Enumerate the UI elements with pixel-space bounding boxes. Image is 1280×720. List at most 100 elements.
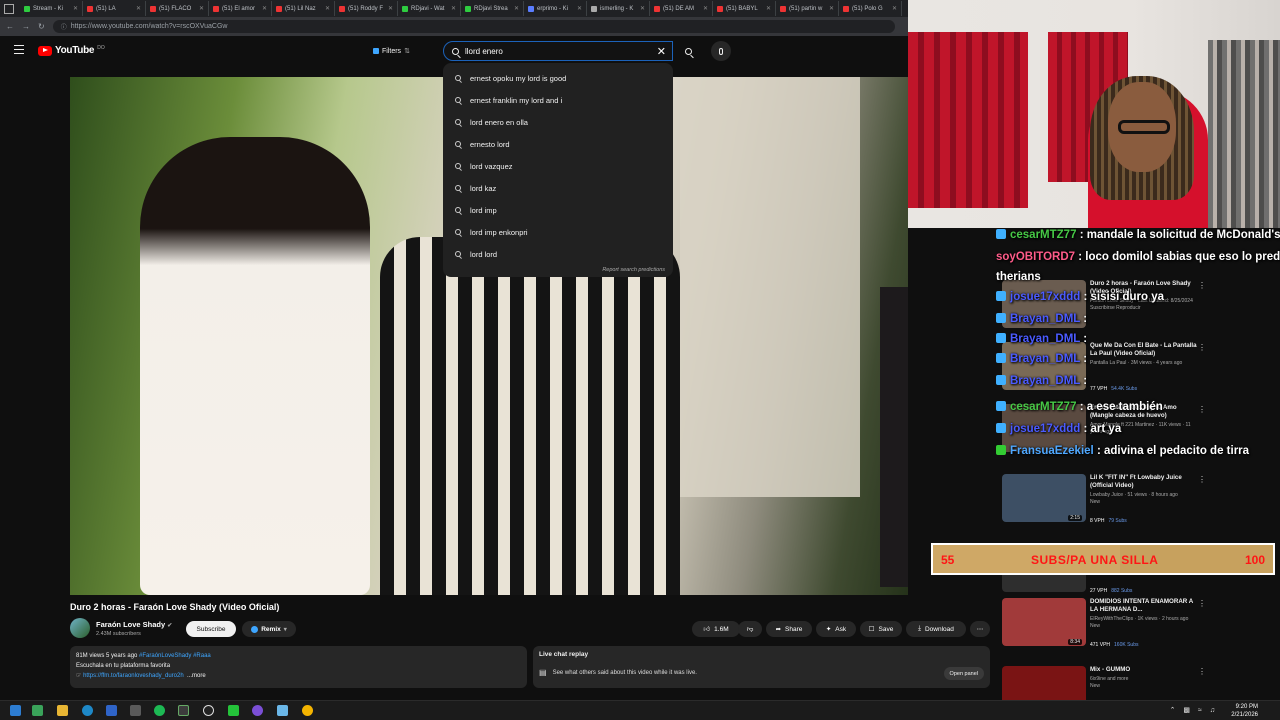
back-icon[interactable]: ← <box>6 22 14 31</box>
tab-close-icon[interactable]: ✕ <box>640 5 645 12</box>
channel-avatar[interactable] <box>70 618 90 638</box>
filters-button[interactable]: Filters ⇅ <box>368 44 415 58</box>
system-tray[interactable]: ⌃ ▩ ≈ ♫ <box>1170 706 1218 714</box>
download-button[interactable]: ⤓ Download <box>906 621 966 637</box>
more-vertical-icon[interactable]: ⋮ <box>1198 667 1206 676</box>
more-vertical-icon[interactable]: ⋮ <box>1198 343 1206 352</box>
browser-tab[interactable]: (51) partin w ✕ <box>776 1 839 16</box>
browser-tab[interactable]: (51) Roddy F ✕ <box>335 1 398 16</box>
chat-badge-icon <box>996 401 1006 411</box>
clock[interactable]: 9:20 PM 2/21/2026 <box>1231 703 1258 719</box>
tab-close-icon[interactable]: ✕ <box>703 5 708 12</box>
recommended-video[interactable]: 2:15 Lil K "FIT IN" Ft Lowbaby Juice (Off… <box>1002 474 1206 524</box>
youtube-logo[interactable]: YouTube DO <box>38 45 105 56</box>
forward-icon[interactable]: → <box>22 22 30 31</box>
browser-tab[interactable]: RDjavi Strea ✕ <box>461 1 524 16</box>
browser-tab[interactable]: (51) El amor ✕ <box>209 1 272 16</box>
window-menu-icon[interactable] <box>4 3 14 14</box>
more-vertical-icon[interactable]: ⋮ <box>1198 281 1206 290</box>
open-panel-button[interactable]: Open panel <box>943 667 984 680</box>
tab-favicon-icon <box>402 5 408 12</box>
suggestion-item[interactable]: lord imp <box>443 199 673 221</box>
description-link[interactable]: https://ffm.to/faraonloveshady_duro2h <box>83 673 184 679</box>
tab-close-icon[interactable]: ✕ <box>514 5 519 12</box>
voice-search-button[interactable] <box>711 41 731 61</box>
suggestion-item[interactable]: ernest opoku my lord is good <box>443 67 673 89</box>
save-button[interactable]: ☐ Save <box>860 621 902 637</box>
suggestion-item[interactable]: lord lord <box>443 243 673 265</box>
tab-label: (51) Roddy F <box>348 5 384 12</box>
report-predictions-link[interactable]: Report search predictions <box>602 267 665 273</box>
notes-icon[interactable] <box>277 705 288 716</box>
tab-close-icon[interactable]: ✕ <box>451 5 456 12</box>
recommended-video-channel: ElReyWithTheClips · 1K views · 2 hours a… <box>1090 616 1189 622</box>
tab-close-icon[interactable]: ✕ <box>325 5 330 12</box>
reload-icon[interactable]: ↻ <box>38 22 45 31</box>
app-icon[interactable] <box>178 705 189 716</box>
more-actions-button[interactable]: ⋯ <box>970 621 990 637</box>
kick-icon[interactable] <box>228 705 239 716</box>
channel-name[interactable]: Faraón Love Shady ✔ <box>96 620 172 629</box>
suggestion-item[interactable]: lord enero en olla <box>443 111 673 133</box>
description-tags[interactable]: #FaraónLoveShady #Raaa <box>139 653 211 659</box>
more-vertical-icon[interactable]: ⋮ <box>1198 475 1206 484</box>
browser-tab[interactable]: erprimo - Ki ✕ <box>524 1 587 16</box>
file-explorer-icon[interactable] <box>57 705 68 716</box>
browser-tab[interactable]: (51) LA ✕ <box>83 1 146 16</box>
dislike-button[interactable]: 👎︎ <box>738 621 762 637</box>
browser-tab[interactable]: (51) BABYL ✕ <box>713 1 776 16</box>
tab-close-icon[interactable]: ✕ <box>892 5 897 12</box>
bookmark-icon: ☐ <box>868 626 875 633</box>
browser-tab[interactable]: ismerling - K ✕ <box>587 1 650 16</box>
remix-label: Remix <box>261 625 281 633</box>
more-vertical-icon[interactable]: ⋮ <box>1198 405 1206 414</box>
search-button[interactable] <box>676 41 700 61</box>
remix-button[interactable]: Remix ▾ <box>242 621 296 637</box>
show-more-link[interactable]: ...more <box>187 673 206 679</box>
tab-close-icon[interactable]: ✕ <box>388 5 393 12</box>
recommended-video-badge: New <box>1090 623 1101 629</box>
ask-button[interactable]: ✦ Ask <box>816 621 856 637</box>
tab-close-icon[interactable]: ✕ <box>829 5 834 12</box>
suggestion-item[interactable]: ernesto lord <box>443 133 673 155</box>
mail-icon[interactable] <box>106 705 117 716</box>
recommended-video[interactable]: Mix - GUMMO6ix9ine and moreNew3K VPH⋮ <box>1002 666 1206 700</box>
description-box[interactable]: 81M views 5 years ago #FaraónLoveShady #… <box>70 646 527 688</box>
spotify-icon[interactable] <box>154 705 165 716</box>
url-field[interactable]: ⓘ https://www.youtube.com/watch?v=rscOXV… <box>52 20 895 33</box>
recommended-video[interactable]: 8:34 DOMIDIOS INTENTA ENAMORAR A LA HERMA… <box>1002 598 1206 648</box>
settings-icon[interactable] <box>130 705 141 716</box>
obs-icon[interactable] <box>203 705 214 716</box>
tab-close-icon[interactable]: ✕ <box>262 5 267 12</box>
chrome-icon[interactable] <box>302 705 313 716</box>
site-info-icon[interactable]: ⓘ <box>61 22 67 31</box>
like-button[interactable]: 👍︎ 1.6M <box>692 621 740 637</box>
terminal-icon[interactable] <box>32 705 43 716</box>
start-icon[interactable] <box>10 705 21 716</box>
suggestion-item[interactable]: lord imp enkonpri <box>443 221 673 243</box>
search-input[interactable]: llord enero ✕ <box>443 41 673 61</box>
clear-search-icon[interactable]: ✕ <box>657 45 666 58</box>
more-vertical-icon[interactable]: ⋮ <box>1198 599 1206 608</box>
tab-close-icon[interactable]: ✕ <box>766 5 771 12</box>
share-button[interactable]: ➦ Share <box>766 621 812 637</box>
browser-tab[interactable]: (51) FLACO ✕ <box>146 1 209 16</box>
edge-icon[interactable] <box>82 705 93 716</box>
tab-close-icon[interactable]: ✕ <box>199 5 204 12</box>
suggestion-item[interactable]: ernest franklin my lord and i <box>443 89 673 111</box>
tab-close-icon[interactable]: ✕ <box>577 5 582 12</box>
suggestion-item[interactable]: lord kaz <box>443 177 673 199</box>
subscribe-button[interactable]: Subscribe <box>186 621 236 637</box>
tab-close-icon[interactable]: ✕ <box>73 5 78 12</box>
menu-icon[interactable] <box>14 45 24 54</box>
discord-icon[interactable] <box>252 705 263 716</box>
suggestion-item[interactable]: lord vazquez <box>443 155 673 177</box>
browser-tab[interactable]: (51) Polo G ✕ <box>839 1 902 16</box>
tab-close-icon[interactable]: ✕ <box>136 5 141 12</box>
browser-tab[interactable]: (51) DE AM ✕ <box>650 1 713 16</box>
browser-tab[interactable]: (51) Lil Naz ✕ <box>272 1 335 16</box>
browser-tab[interactable]: RDjavi - Wat ✕ <box>398 1 461 16</box>
vph-value: 77 VPH <box>1090 386 1108 392</box>
browser-tab[interactable]: Stream - Ki ✕ <box>20 1 83 16</box>
video-thumbnail[interactable] <box>1002 666 1086 700</box>
